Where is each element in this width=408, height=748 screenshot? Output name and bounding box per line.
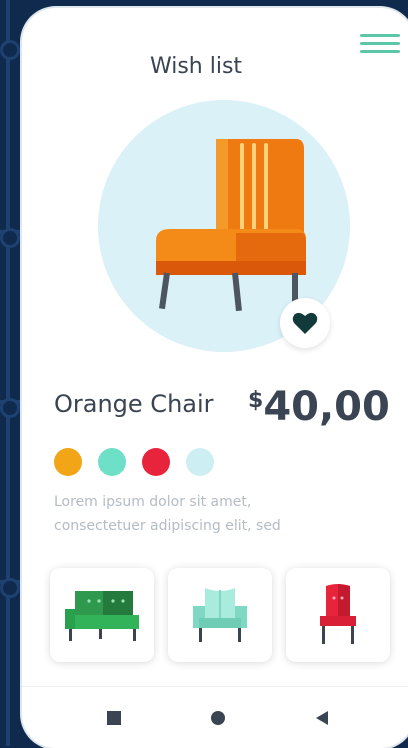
color-swatches <box>54 448 214 476</box>
red-chair-icon <box>320 584 356 644</box>
thumbnail-red-chair[interactable] <box>286 568 390 662</box>
square-icon <box>107 710 121 725</box>
swatch-orange[interactable] <box>54 448 82 476</box>
description-line-1: Lorem ipsum dolor sit amet, <box>54 494 252 510</box>
mint-armchair-icon <box>193 588 247 642</box>
swatch-red[interactable] <box>142 448 170 476</box>
swatch-light-blue[interactable] <box>186 448 214 476</box>
description-line-2: consectetuer adipiscing elit, sed <box>54 518 281 534</box>
product-price: $40,00 <box>248 384 390 430</box>
thumbnail-green-sofa[interactable] <box>50 568 154 662</box>
nav-recents-button[interactable] <box>99 703 129 733</box>
bottom-navigation <box>22 686 408 748</box>
favorite-button[interactable] <box>280 298 330 348</box>
nav-home-button[interactable] <box>203 703 233 733</box>
swatch-mint[interactable] <box>98 448 126 476</box>
heart-icon <box>292 312 318 334</box>
orange-chair-image <box>156 139 306 312</box>
page-title: Wish list <box>149 54 243 79</box>
product-name: Orange Chair <box>54 390 214 418</box>
back-triangle-icon <box>316 710 328 725</box>
price-currency: $ <box>248 388 264 413</box>
phone-screen: Wish list Orange Chair $40,00 Lorem ipsu… <box>22 8 408 748</box>
price-amount: 40,00 <box>263 384 390 430</box>
circle-icon <box>211 710 225 725</box>
thumbnail-mint-armchair[interactable] <box>168 568 272 662</box>
product-description: Lorem ipsum dolor sit amet, consectetuer… <box>54 490 374 538</box>
green-sofa-icon <box>65 591 139 641</box>
nav-back-button[interactable] <box>307 703 337 733</box>
related-products <box>50 568 390 662</box>
